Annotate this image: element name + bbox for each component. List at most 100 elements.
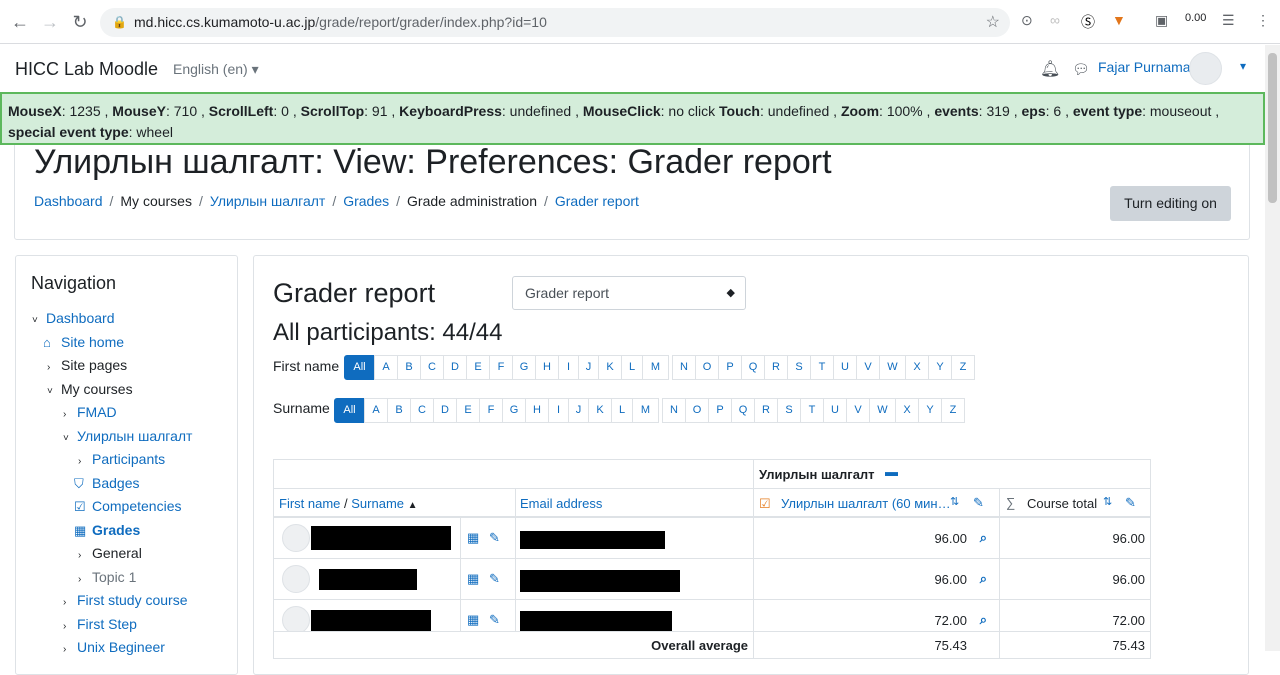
initial-filter-d[interactable]: D [443,355,467,380]
extension-play-icon[interactable]: ⊙ [1021,12,1033,29]
initial-filter-h[interactable]: H [535,355,559,380]
chevron-right-icon[interactable]: › [63,617,77,637]
forward-icon[interactable]: → [38,10,62,34]
zoom-analysis-icon[interactable]: ⌕ [980,612,987,628]
site-name[interactable]: HICC Lab Moodle [15,59,158,80]
reload-icon[interactable]: ↻ [68,10,92,34]
sort-toggle-icon[interactable]: ⇅ [1103,495,1112,508]
chevron-right-icon[interactable]: › [78,452,92,472]
chevron-down-icon[interactable]: ˅ [63,429,77,449]
initial-filter-o[interactable]: O [695,355,719,380]
sort-email-link[interactable]: Email address [520,496,602,511]
grade-history-table-icon[interactable]: ▦ [467,612,479,628]
initial-filter-t[interactable]: T [810,355,834,380]
initial-filter-c[interactable]: C [420,355,444,380]
user-name[interactable]: Fajar Purnama [1098,59,1191,75]
edit-pencil-icon[interactable]: ✎ [1125,495,1136,511]
chevron-right-icon[interactable]: › [78,546,92,566]
breadcrumb-item[interactable]: Dashboard [34,193,103,209]
nav-item[interactable]: ˅ Улирлын шалгалт [63,426,192,446]
nav-item[interactable]: › Participants [78,449,165,469]
grade-history-table-icon[interactable]: ▦ [467,530,479,546]
initial-filter-n[interactable]: N [672,355,696,380]
initial-filter-k[interactable]: K [598,355,622,380]
language-menu[interactable]: English (en) ▾ [173,61,259,78]
initial-filter-u[interactable]: U [823,398,847,423]
initial-filter-j[interactable]: J [568,398,589,423]
messages-icon[interactable]: 💬︎ [1072,61,1090,78]
avatar[interactable] [1189,52,1222,85]
initial-filter-l[interactable]: L [611,398,633,423]
initial-filter-x[interactable]: X [905,355,929,380]
initial-filter-q[interactable]: Q [731,398,755,423]
nav-item[interactable]: ⌂ Site home [43,332,124,352]
sort-first-name-link[interactable]: First name [279,496,340,511]
initial-filter-all[interactable]: All [334,398,365,423]
initial-filter-x[interactable]: X [895,398,919,423]
initial-filter-f[interactable]: F [479,398,503,423]
initial-filter-g[interactable]: G [512,355,536,380]
initial-filter-p[interactable]: P [718,355,742,380]
initial-filter-s[interactable]: S [787,355,811,380]
nav-item[interactable]: › Site pages [47,355,127,375]
extension-infinity-icon[interactable]: ∞ [1050,12,1060,28]
initial-filter-e[interactable]: E [466,355,490,380]
initial-filter-b[interactable]: B [397,355,421,380]
user-menu-caret-icon[interactable]: ▾ [1240,59,1246,73]
initial-filter-d[interactable]: D [433,398,457,423]
nav-item[interactable]: ⛉ Badges [74,473,139,493]
grade-cell[interactable]: 96.00 ⌕ [753,558,1000,600]
sort-surname-link[interactable]: Surname [351,496,404,511]
nav-item[interactable]: › General [78,543,142,563]
extension-s-icon[interactable]: Ⓢ [1081,12,1095,32]
initial-filter-a[interactable]: A [364,398,388,423]
breadcrumb-item[interactable]: Улирлын шалгалт [210,193,325,209]
initial-filter-f[interactable]: F [489,355,513,380]
grade-item-link[interactable]: Улирлын шалгалт (60 мин… [781,496,951,511]
initial-filter-k[interactable]: K [588,398,612,423]
chevron-down-icon[interactable]: ˅ [32,311,46,331]
initial-filter-m[interactable]: M [632,398,659,423]
initial-filter-t[interactable]: T [800,398,824,423]
turn-editing-on-button[interactable]: Turn editing on [1110,186,1231,221]
scrollbar-thumb[interactable] [1268,53,1277,203]
collapse-icon[interactable]: ▬ [885,464,898,479]
edit-pencil-icon[interactable]: ✎ [973,495,984,511]
address-bar[interactable]: 🔒 md.hicc.cs.kumamoto-u.ac.jp/grade/repo… [100,8,1010,37]
edit-pencil-icon[interactable]: ✎ [489,530,500,546]
grade-history-table-icon[interactable]: ▦ [467,571,479,587]
edit-pencil-icon[interactable]: ✎ [489,571,500,587]
chevron-right-icon[interactable]: › [63,593,77,613]
initial-filter-h[interactable]: H [525,398,549,423]
initial-filter-u[interactable]: U [833,355,857,380]
zoom-analysis-icon[interactable]: ⌕ [980,571,987,587]
initial-filter-o[interactable]: O [685,398,709,423]
nav-item[interactable]: › Unix Begineer [63,637,165,657]
grade-cell[interactable]: 96.00 ⌕ [753,517,1000,559]
page-scrollbar[interactable] [1265,45,1280,651]
nav-item[interactable]: ☑ Competencies [74,496,182,516]
nav-item[interactable]: ▦ Grades [74,520,140,540]
initial-filter-z[interactable]: Z [941,398,965,423]
initial-filter-v[interactable]: V [856,355,880,380]
initial-filter-i[interactable]: I [558,355,579,380]
initial-filter-r[interactable]: R [764,355,788,380]
initial-filter-c[interactable]: C [410,398,434,423]
zoom-analysis-icon[interactable]: ⌕ [980,530,987,546]
breadcrumb-item[interactable]: Grader report [555,193,639,209]
chevron-right-icon[interactable]: › [78,570,92,590]
initial-filter-e[interactable]: E [456,398,480,423]
metamask-fox-icon[interactable]: ▼ [1112,12,1126,28]
edit-pencil-icon[interactable]: ✎ [489,612,500,628]
nav-item[interactable]: › First Step [63,614,137,634]
initial-filter-q[interactable]: Q [741,355,765,380]
nav-item[interactable]: › FMAD [63,402,117,422]
nav-item[interactable]: › Topic 1 [78,567,136,587]
initial-filter-v[interactable]: V [846,398,870,423]
initial-filter-m[interactable]: M [642,355,669,380]
chevron-right-icon[interactable]: › [63,405,77,425]
initial-filter-y[interactable]: Y [918,398,942,423]
back-icon[interactable]: ← [8,10,32,34]
initial-filter-w[interactable]: W [869,398,896,423]
bookmark-star-icon[interactable]: ☆ [986,8,1000,37]
